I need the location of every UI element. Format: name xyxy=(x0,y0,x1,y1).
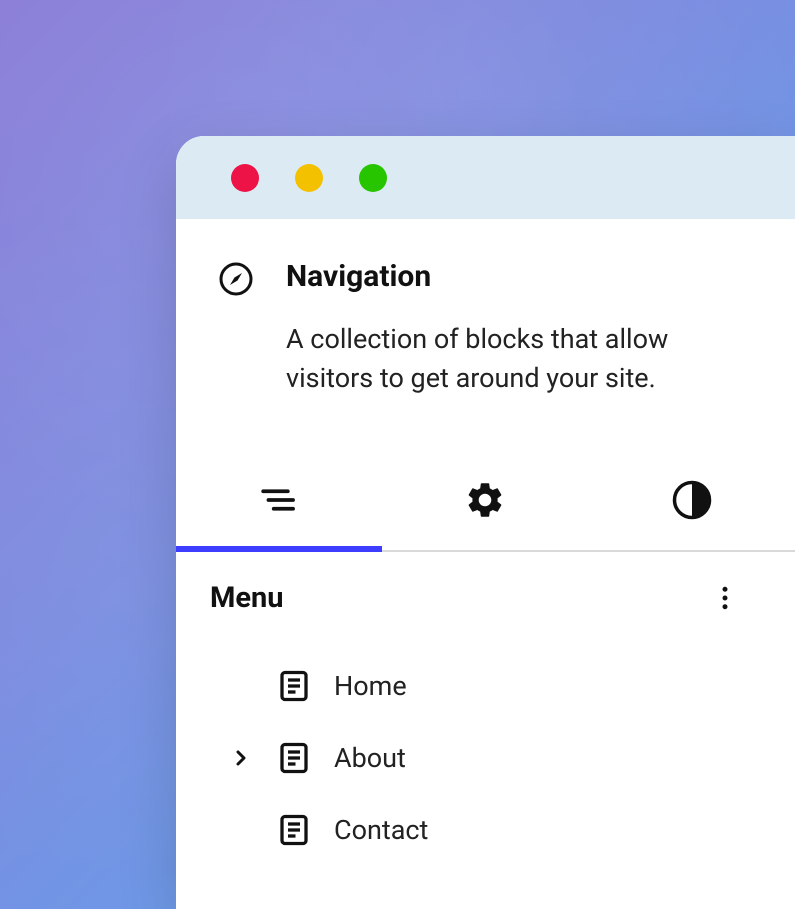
expand-toggle[interactable] xyxy=(228,746,254,770)
menu-list: Home About xyxy=(176,644,795,872)
window-titlebar xyxy=(176,136,795,219)
close-window-button[interactable] xyxy=(231,164,259,192)
menu-item-label: Home xyxy=(334,670,407,702)
tab-settings[interactable] xyxy=(382,450,588,550)
tab-styles[interactable] xyxy=(589,450,795,550)
page-icon xyxy=(276,812,312,848)
menu-item-home[interactable]: Home xyxy=(176,650,795,722)
navigation-icon xyxy=(218,261,254,297)
menu-item-label: Contact xyxy=(334,814,428,846)
header-section: Navigation A collection of blocks that a… xyxy=(176,219,795,450)
menu-options-button[interactable] xyxy=(707,580,743,616)
editor-window: Navigation A collection of blocks that a… xyxy=(176,136,795,909)
menu-item-contact[interactable]: Contact xyxy=(176,794,795,866)
panel-header: Menu xyxy=(176,552,795,644)
menu-item-about[interactable]: About xyxy=(176,722,795,794)
page-title: Navigation xyxy=(286,259,753,294)
page-icon xyxy=(276,668,312,704)
menu-item-label: About xyxy=(334,742,406,774)
page-icon xyxy=(276,740,312,776)
maximize-window-button[interactable] xyxy=(359,164,387,192)
inspector-tabs xyxy=(176,450,795,552)
page-description: A collection of blocks that allow visito… xyxy=(286,320,753,398)
minimize-window-button[interactable] xyxy=(295,164,323,192)
header-text: Navigation A collection of blocks that a… xyxy=(286,259,753,398)
panel-title: Menu xyxy=(210,581,284,615)
tab-list-view[interactable] xyxy=(176,450,382,550)
